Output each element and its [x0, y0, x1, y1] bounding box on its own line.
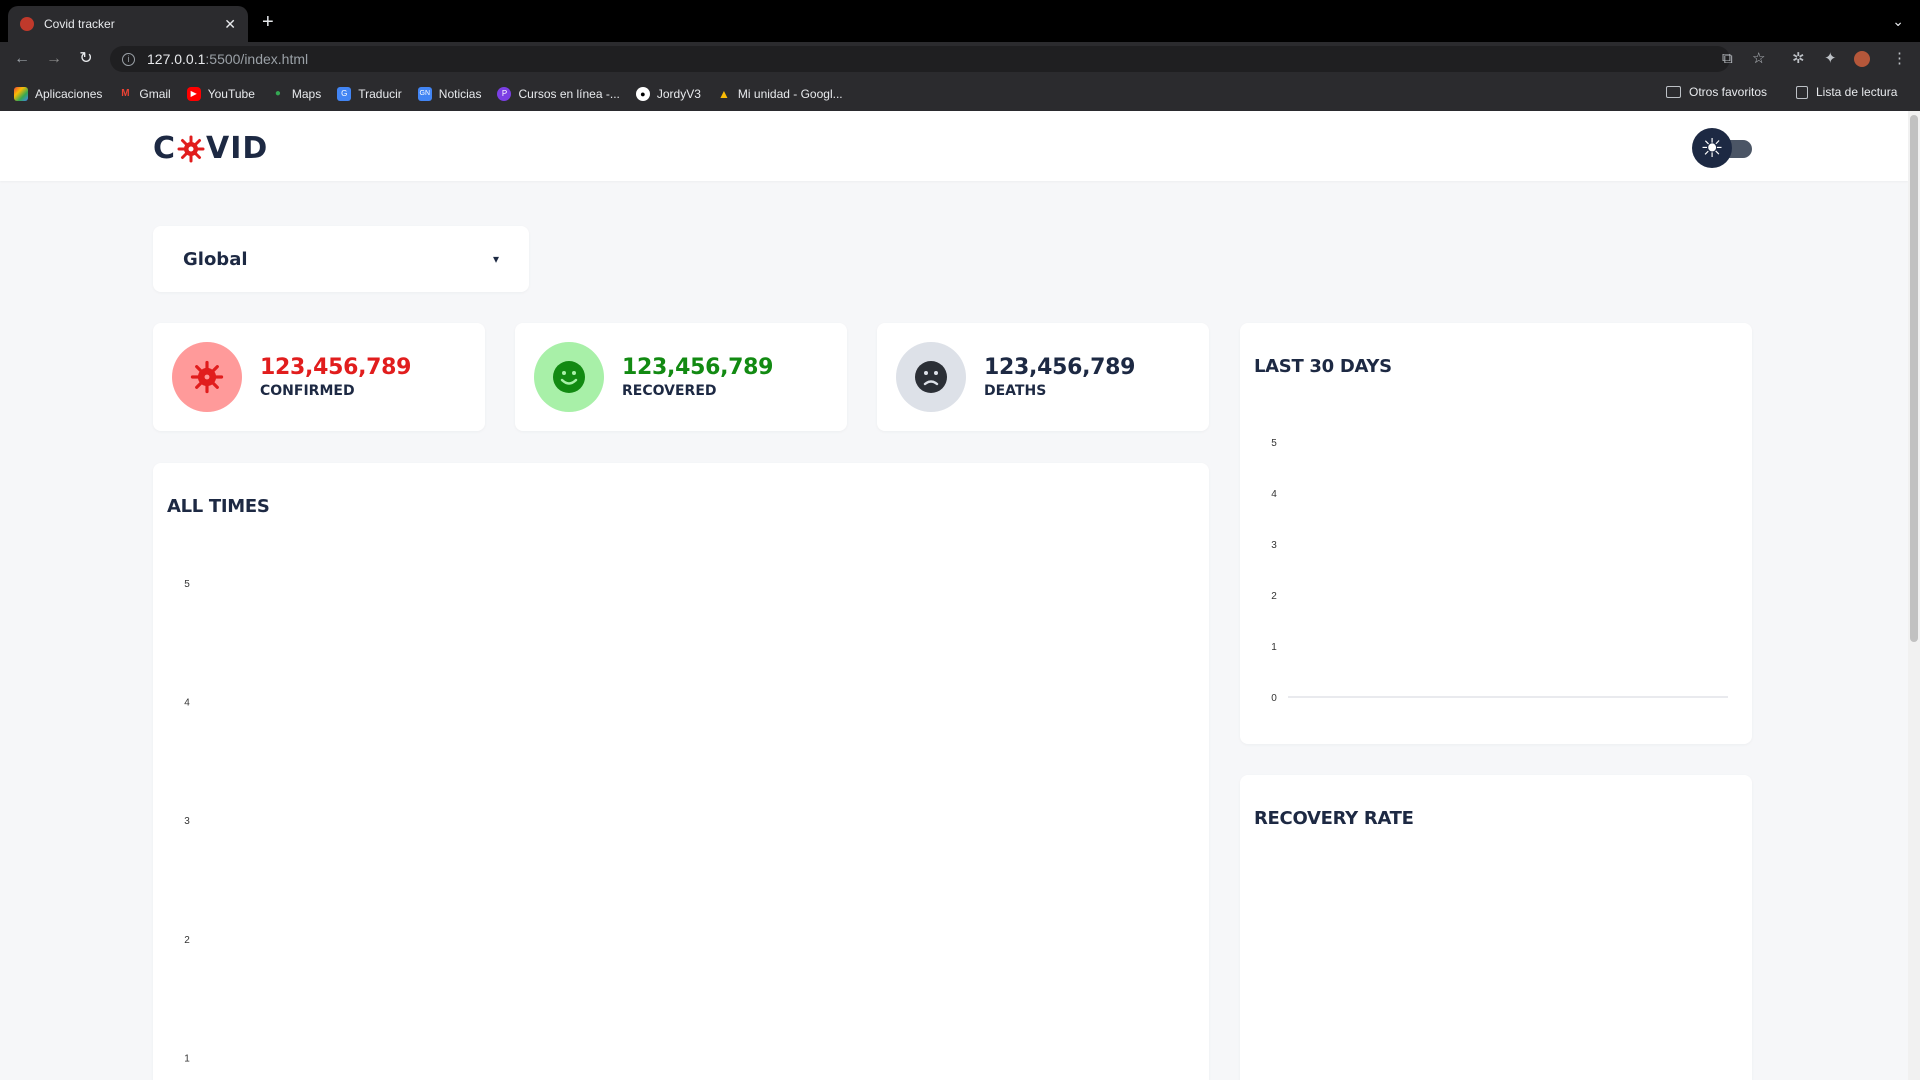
bookmark-label: Traducir	[358, 86, 402, 101]
tab-search-chevron-icon[interactable]: ⌄	[1892, 13, 1904, 30]
virus-icon	[177, 135, 205, 162]
recovered-count: 123,456,789	[622, 355, 774, 380]
translate-icon: G	[337, 86, 352, 101]
close-tab-icon[interactable]: ✕	[224, 16, 236, 33]
bookmark-drive[interactable]: ▲ Mi unidad - Googl...	[717, 87, 843, 101]
bookmark-maps[interactable]: ● Maps	[271, 87, 321, 101]
y-tick-label: 4	[184, 698, 190, 709]
all-times-chart: 5 4 3 2 1	[184, 579, 190, 1064]
profile-avatar-icon[interactable]	[1854, 51, 1870, 67]
bookmark-news[interactable]: GN Noticias	[417, 86, 482, 101]
apps-grid-icon	[14, 86, 28, 101]
courses-icon: P	[497, 86, 512, 101]
browser-tab[interactable]: Covid tracker ✕	[8, 6, 248, 42]
browser-tab-strip: Covid tracker ✕ + ⌄	[0, 0, 1920, 42]
y-tick-label: 3	[184, 816, 190, 827]
country-select[interactable]: Global ▾	[153, 226, 529, 292]
scrollbar-thumb[interactable]	[1910, 115, 1918, 642]
url-host: 127.0.0.1	[147, 51, 206, 67]
app-header: C VID ☀	[0, 111, 1908, 181]
page-scrollbar[interactable]	[1908, 111, 1920, 1080]
bookmark-label: Cursos en línea -...	[518, 86, 620, 101]
covid-favicon-icon	[20, 17, 34, 31]
bookmark-github[interactable]: ● JordyV3	[635, 86, 701, 101]
deaths-count: 123,456,789	[984, 355, 1136, 380]
chevron-down-icon: ▾	[492, 252, 499, 266]
confirmed-count: 123,456,789	[260, 355, 412, 380]
y-tick-label: 2	[184, 935, 190, 946]
url-path: :5500/index.html	[205, 51, 309, 67]
bookmark-translate[interactable]: G Traducir	[337, 86, 402, 101]
covid-logo[interactable]: C VID	[153, 131, 268, 166]
recovery-rate-card: RECOVERY RATE	[1240, 775, 1752, 1080]
reading-list-icon	[1796, 85, 1808, 99]
reload-icon[interactable]: ↻	[76, 49, 96, 69]
extensions-puzzle-icon[interactable]: ✦	[1824, 49, 1837, 69]
bookmark-label: YouTube	[207, 86, 255, 101]
logo-text-right: VID	[206, 131, 269, 166]
bookmark-label: JordyV3	[656, 86, 701, 101]
deaths-stat-card: 123,456,789 DEATHS	[877, 323, 1209, 431]
smile-icon	[534, 342, 604, 412]
logo-text-left: C	[153, 131, 177, 166]
deaths-label: DEATHS	[984, 383, 1047, 399]
country-select-value: Global	[183, 248, 248, 270]
y-tick-label: 1	[1271, 642, 1277, 653]
recovered-stat-card: 123,456,789 RECOVERED	[515, 323, 847, 431]
recovered-label: RECOVERED	[622, 383, 717, 399]
other-bookmarks[interactable]: Otros favoritos	[1666, 85, 1767, 99]
forward-arrow-icon[interactable]: →	[44, 49, 64, 69]
maps-icon: ●	[274, 87, 281, 99]
gmail-icon: M	[121, 87, 130, 99]
bookmarks-bar: Aplicaciones M Gmail ▶ YouTube ● Maps G …	[0, 76, 1920, 111]
all-times-chart-card: ALL TIMES 54321	[153, 463, 1209, 1080]
translate-page-icon[interactable]: ⧉	[1722, 49, 1733, 69]
bookmark-youtube[interactable]: ▶ YouTube	[186, 86, 255, 101]
y-tick-label: 5	[1271, 438, 1277, 449]
confirmed-virus-icon	[172, 342, 242, 412]
reading-list[interactable]: Lista de lectura	[1796, 85, 1897, 99]
youtube-icon: ▶	[186, 86, 201, 101]
new-tab-button[interactable]: +	[262, 12, 274, 32]
bookmark-gmail[interactable]: M Gmail	[118, 86, 171, 101]
confirmed-stat-card: 123,456,789 CONFIRMED	[153, 323, 485, 431]
bookmark-label: Mi unidad - Googl...	[737, 86, 843, 101]
bookmark-label: Maps	[291, 86, 322, 101]
recovery-rate-title: RECOVERY RATE	[1254, 808, 1414, 829]
y-tick-label: 0	[1271, 693, 1277, 704]
y-tick-label: 5	[184, 579, 190, 590]
drive-icon: ▲	[717, 86, 730, 101]
last-30-days-chart-card: LAST 30 DAYS 543210	[1240, 323, 1752, 744]
back-arrow-icon[interactable]: ←	[12, 49, 32, 69]
y-tick-label: 4	[1271, 489, 1277, 500]
address-bar[interactable]: i 127.0.0.1:5500/index.html	[110, 46, 1730, 72]
bookmark-label: Noticias	[438, 86, 482, 101]
bookmark-courses[interactable]: P Cursos en línea -...	[497, 86, 620, 101]
other-bookmarks-label: Otros favoritos	[1689, 85, 1768, 99]
y-tick-label: 2	[1271, 591, 1277, 602]
sad-face-icon	[896, 342, 966, 412]
bookmark-label: Aplicaciones	[35, 86, 103, 101]
last-30-days-chart: 5 4 3 2 1 0	[1271, 438, 1728, 704]
theme-toggle[interactable]: ☀	[1692, 128, 1754, 168]
sun-icon: ☀	[1692, 128, 1732, 168]
news-icon: GN	[417, 86, 432, 101]
extension-gear-icon[interactable]: ✲	[1792, 49, 1805, 69]
bookmark-apps[interactable]: Aplicaciones	[14, 86, 103, 101]
browser-menu-icon[interactable]: ⋮	[1892, 49, 1907, 69]
reading-list-label: Lista de lectura	[1816, 85, 1898, 99]
bookmark-label: Gmail	[139, 86, 171, 101]
confirmed-label: CONFIRMED	[260, 383, 355, 399]
tab-title: Covid tracker	[44, 17, 115, 31]
y-tick-label: 1	[184, 1053, 190, 1064]
y-tick-label: 3	[1271, 540, 1277, 551]
bookmark-star-icon[interactable]: ☆	[1752, 49, 1765, 69]
folder-icon	[1666, 86, 1681, 98]
browser-toolbar: ← → ↻ i 127.0.0.1:5500/index.html ⧉ ☆ ✲ …	[0, 42, 1920, 76]
github-icon: ●	[635, 86, 650, 101]
site-info-icon[interactable]: i	[122, 52, 135, 66]
